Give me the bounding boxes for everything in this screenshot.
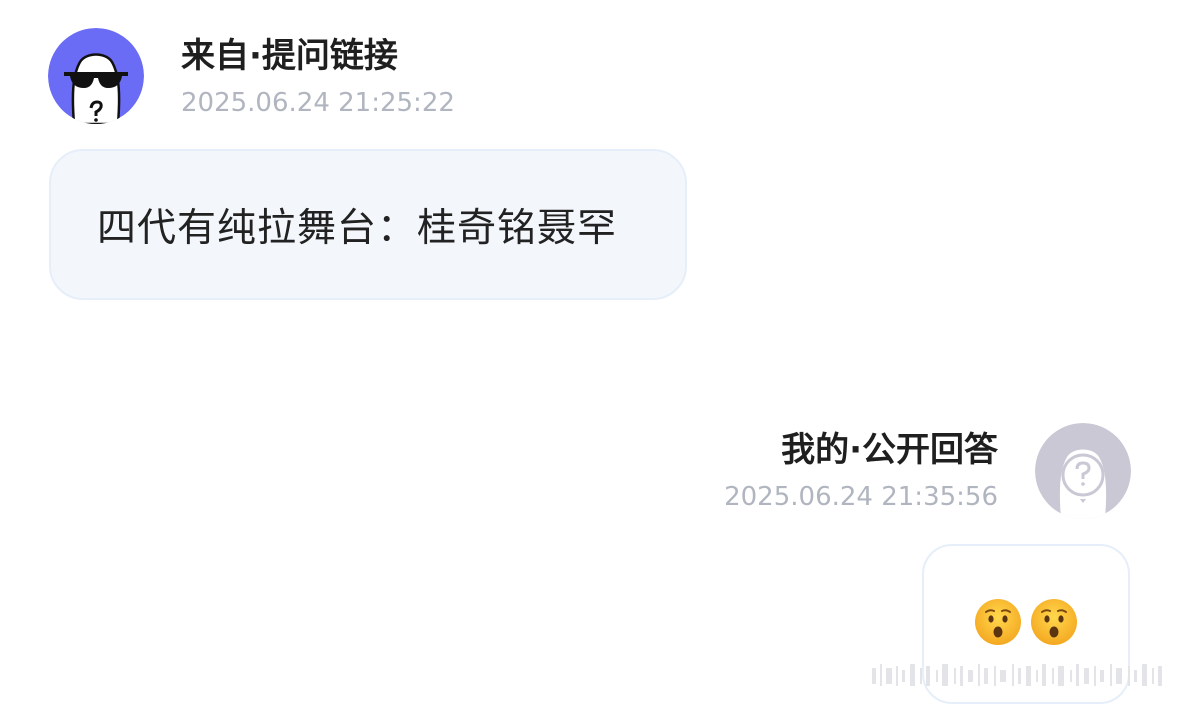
answer-emoji-row: [974, 598, 1078, 646]
anonymous-sunglasses-avatar-icon: [48, 28, 144, 124]
hushed-face-icon: [975, 599, 1021, 645]
answer-sender-label: 我的·公开回答: [781, 430, 998, 470]
answerer-avatar[interactable]: [1035, 423, 1131, 519]
hushed-face-icon: [1031, 599, 1077, 645]
question-sender-label: 来自·提问链接: [181, 36, 398, 76]
question-bubble[interactable]: 四代有纯拉舞台：桂奇铭聂罕: [49, 149, 687, 300]
anonymous-question-avatar-icon: [1035, 423, 1131, 519]
answer-timestamp: 2025.06.24 21:35:56: [724, 482, 998, 512]
watermark-icon: [872, 664, 1162, 686]
question-timestamp: 2025.06.24 21:25:22: [181, 88, 455, 118]
question-message: 四代有纯拉舞台：桂奇铭聂罕: [97, 205, 618, 251]
asker-avatar[interactable]: [48, 28, 144, 124]
watermark-stripe: [872, 658, 1172, 692]
